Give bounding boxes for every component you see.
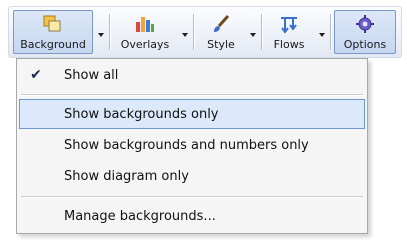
overlays-icon: [136, 17, 154, 32]
menu-item-manage-backgrounds[interactable]: Manage backgrounds...: [19, 201, 365, 231]
menu-item-show-backgrounds-and-numbers-only[interactable]: Show backgrounds and numbers only: [19, 130, 365, 160]
background-dropdown-arrow[interactable]: [95, 10, 107, 54]
menu-separator: [21, 94, 363, 96]
toolbar-separator: [193, 14, 195, 50]
chevron-down-icon: [250, 33, 256, 37]
background-icon: [43, 15, 61, 32]
checkmark-icon: ✔: [30, 67, 42, 83]
toolbar: Background Overlays Style Flows Options: [8, 6, 402, 58]
style-button[interactable]: Style: [196, 10, 246, 54]
gear-icon: [356, 15, 374, 33]
toolbar-separator: [109, 14, 111, 50]
overlays-dropdown-arrow[interactable]: [179, 10, 191, 54]
flows-button-label: Flows: [273, 38, 305, 51]
menu-item-label: Show diagram only: [64, 169, 189, 184]
options-button[interactable]: Options: [334, 10, 396, 54]
menu-separator: [21, 196, 363, 198]
toolbar-separator: [261, 14, 263, 50]
chevron-down-icon: [319, 33, 325, 37]
options-button-label: Options: [343, 38, 387, 51]
style-brush-icon: [214, 14, 230, 32]
overlays-button[interactable]: Overlays: [112, 10, 178, 54]
menu-item-label: Manage backgrounds...: [64, 209, 216, 224]
chevron-down-icon: [182, 33, 188, 37]
menu-item-show-diagram-only[interactable]: Show diagram only: [19, 161, 365, 191]
menu-item-label: Show backgrounds only: [64, 107, 219, 122]
overlays-button-label: Overlays: [120, 38, 170, 51]
toolbar-separator: [330, 14, 332, 50]
style-button-label: Style: [207, 38, 235, 51]
menu-item-label: Show all: [64, 68, 119, 83]
background-button[interactable]: Background: [13, 10, 93, 54]
style-dropdown-arrow[interactable]: [247, 10, 259, 54]
menu-item-show-all[interactable]: ✔ Show all: [19, 60, 365, 90]
flows-button[interactable]: Flows: [264, 10, 314, 54]
background-button-label: Background: [20, 38, 86, 51]
chevron-down-icon: [98, 33, 104, 37]
flows-dropdown-arrow[interactable]: [316, 10, 328, 54]
flows-icon: [281, 17, 297, 34]
menu-item-show-backgrounds-only[interactable]: Show backgrounds only: [19, 99, 365, 129]
background-dropdown-menu: ✔ Show all Show backgrounds only Show ba…: [16, 58, 368, 234]
menu-item-label: Show backgrounds and numbers only: [64, 138, 309, 153]
